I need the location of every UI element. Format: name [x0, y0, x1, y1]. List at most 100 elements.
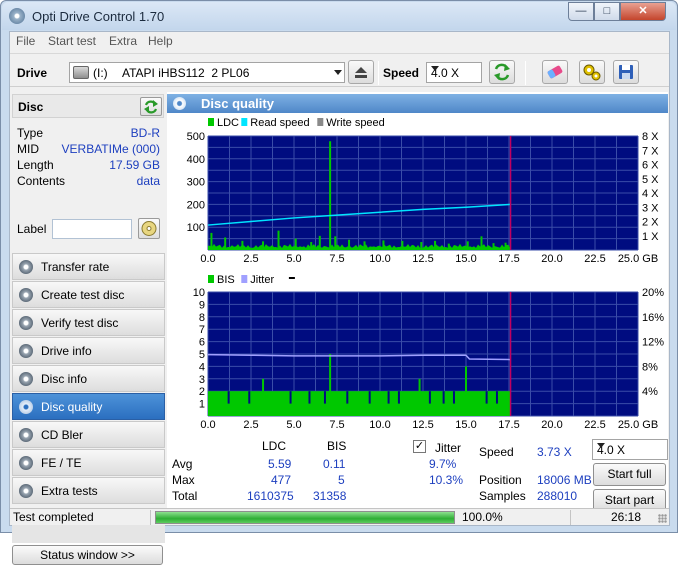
menu-file[interactable]: File [16, 34, 35, 48]
panel-title: Disc quality [201, 96, 274, 111]
stats-total-ldc: 1610375 [247, 489, 294, 503]
nav-item-verify-test-disc[interactable]: Verify test disc [12, 309, 165, 336]
disc-type-value: BD-R [130, 126, 160, 140]
disc-label-button[interactable] [138, 218, 160, 239]
x-tick-label: 15.0 [455, 253, 476, 265]
nav-item-extra-tests[interactable]: Extra tests [12, 477, 165, 504]
disc-icon [19, 456, 33, 470]
disc-refresh-button[interactable] [140, 97, 162, 116]
nav-item-label: Disc quality [41, 400, 103, 414]
samples-label: Samples [479, 489, 526, 503]
y-right-tick-label: 12% [642, 337, 664, 349]
elapsed-time: 26:18 [611, 510, 642, 524]
drive-label: Drive [17, 66, 48, 80]
stats-col-bis: BIS [327, 439, 347, 453]
y-left-tick-label: 9 [199, 299, 205, 311]
eject-icon [355, 67, 367, 78]
progress-percent: 100.0% [462, 510, 503, 524]
nav-item-create-test-disc[interactable]: Create test disc [12, 281, 165, 308]
minimize-button[interactable]: — [568, 2, 594, 21]
y-left-tick-label: 5 [199, 349, 205, 361]
y-left-tick-label: 6 [199, 337, 205, 349]
disc-icon [173, 97, 186, 110]
close-button[interactable]: ✕ [620, 2, 666, 21]
disc-label-key: Label [17, 222, 47, 236]
disc-icon [9, 8, 25, 24]
status-window-button[interactable]: Status window >> [12, 545, 163, 565]
disc-icon [19, 484, 33, 498]
progress-bar [155, 511, 455, 524]
x-tick-label: 5.0 [286, 253, 301, 265]
settings-button[interactable] [579, 60, 605, 84]
x-tick-label: 25.0 GB [618, 253, 658, 265]
nav-item-label: FE / TE [41, 456, 82, 470]
nav-item-cd-bler[interactable]: CD Bler [12, 421, 165, 448]
disc-label-input[interactable] [52, 219, 132, 239]
disc-icon [19, 372, 33, 386]
x-tick-label: 5.0 [286, 419, 301, 429]
x-tick-label: 20.0 [541, 419, 562, 429]
legend-swatch [208, 275, 214, 283]
menu-extra[interactable]: Extra [109, 34, 137, 48]
menu-start-test[interactable]: Start test [48, 34, 96, 48]
stats-max-ldc: 477 [271, 473, 292, 487]
speed-select[interactable]: 4.0 X [426, 62, 482, 83]
position-label: Position [479, 473, 522, 487]
menu-help[interactable]: Help [148, 34, 173, 48]
position-value: 18006 MB [537, 473, 592, 487]
status-text: Test completed [13, 510, 94, 524]
nav-item-disc-info[interactable]: Disc info [12, 365, 165, 392]
disc-icon [19, 288, 33, 302]
y-left-tick-label: 200 [187, 199, 205, 211]
refresh-speed-button[interactable] [489, 60, 515, 84]
legend-label: BIS [217, 274, 235, 286]
legend-swatch [288, 277, 295, 279]
stats-total-label: Total [172, 489, 198, 503]
nav-item-drive-info[interactable]: Drive info [12, 337, 165, 364]
y-right-tick-label: 5 X [642, 174, 659, 186]
disc-header-label: Disc [18, 100, 44, 114]
y-left-tick-label: 2 [199, 386, 205, 398]
samples-value: 288010 [537, 489, 578, 503]
gears-icon [583, 64, 601, 81]
nav-item-label: Drive info [41, 344, 92, 358]
panel-header: Disc quality [167, 94, 668, 113]
toolbar-separator [378, 61, 379, 85]
x-tick-label: 2.5 [243, 419, 258, 429]
maximize-button[interactable]: □ [594, 2, 620, 21]
nav-item-fe-te[interactable]: FE / TE [12, 449, 165, 476]
x-tick-label: 25.0 GB [618, 419, 658, 429]
resize-grip[interactable] [658, 514, 667, 523]
y-right-tick-label: 8% [642, 361, 658, 373]
stats-avg-label: Avg [172, 457, 193, 471]
save-button[interactable] [613, 60, 639, 84]
nav-item-transfer-rate[interactable]: Transfer rate [12, 253, 165, 280]
jitter-checkbox[interactable]: ✓ [413, 440, 426, 453]
stats-total-bis: 31358 [313, 489, 347, 503]
disc-icon [19, 400, 33, 414]
stats-max-jitter: 10.3% [429, 473, 464, 487]
x-tick-label: 22.5 [584, 419, 605, 429]
y-left-tick-label: 400 [187, 154, 205, 166]
start-full-button[interactable]: Start full [593, 463, 666, 486]
legend-label: LDC [217, 117, 239, 129]
nav-item-label: Extra tests [41, 484, 98, 498]
x-tick-label: 17.5 [498, 253, 519, 265]
x-tick-label: 0.0 [200, 419, 215, 429]
y-left-tick-label: 100 [187, 222, 205, 234]
nav-item-label: Transfer rate [41, 260, 110, 274]
eject-button[interactable] [348, 60, 374, 84]
client-area: File Start test Extra Help Drive (I:) AT… [9, 31, 670, 565]
speed-label: Speed [383, 66, 420, 80]
speed-value: 3.73 X [537, 445, 572, 459]
y-right-tick-label: 4 X [642, 188, 659, 200]
disc-icon [141, 221, 157, 236]
erase-button[interactable] [542, 60, 568, 84]
test-speed-select[interactable]: 4.0 X [592, 439, 668, 460]
stats-col-jitter: Jitter [435, 441, 462, 455]
nav-item-disc-quality[interactable]: Disc quality [12, 393, 165, 420]
drive-select[interactable]: (I:) ATAPI iHBS112 2 PL06 [69, 62, 345, 83]
status-bar: Test completed 100.0% 26:18 [10, 508, 669, 525]
x-tick-label: 10.0 [369, 419, 390, 429]
y-left-tick-label: 1 [199, 399, 205, 411]
